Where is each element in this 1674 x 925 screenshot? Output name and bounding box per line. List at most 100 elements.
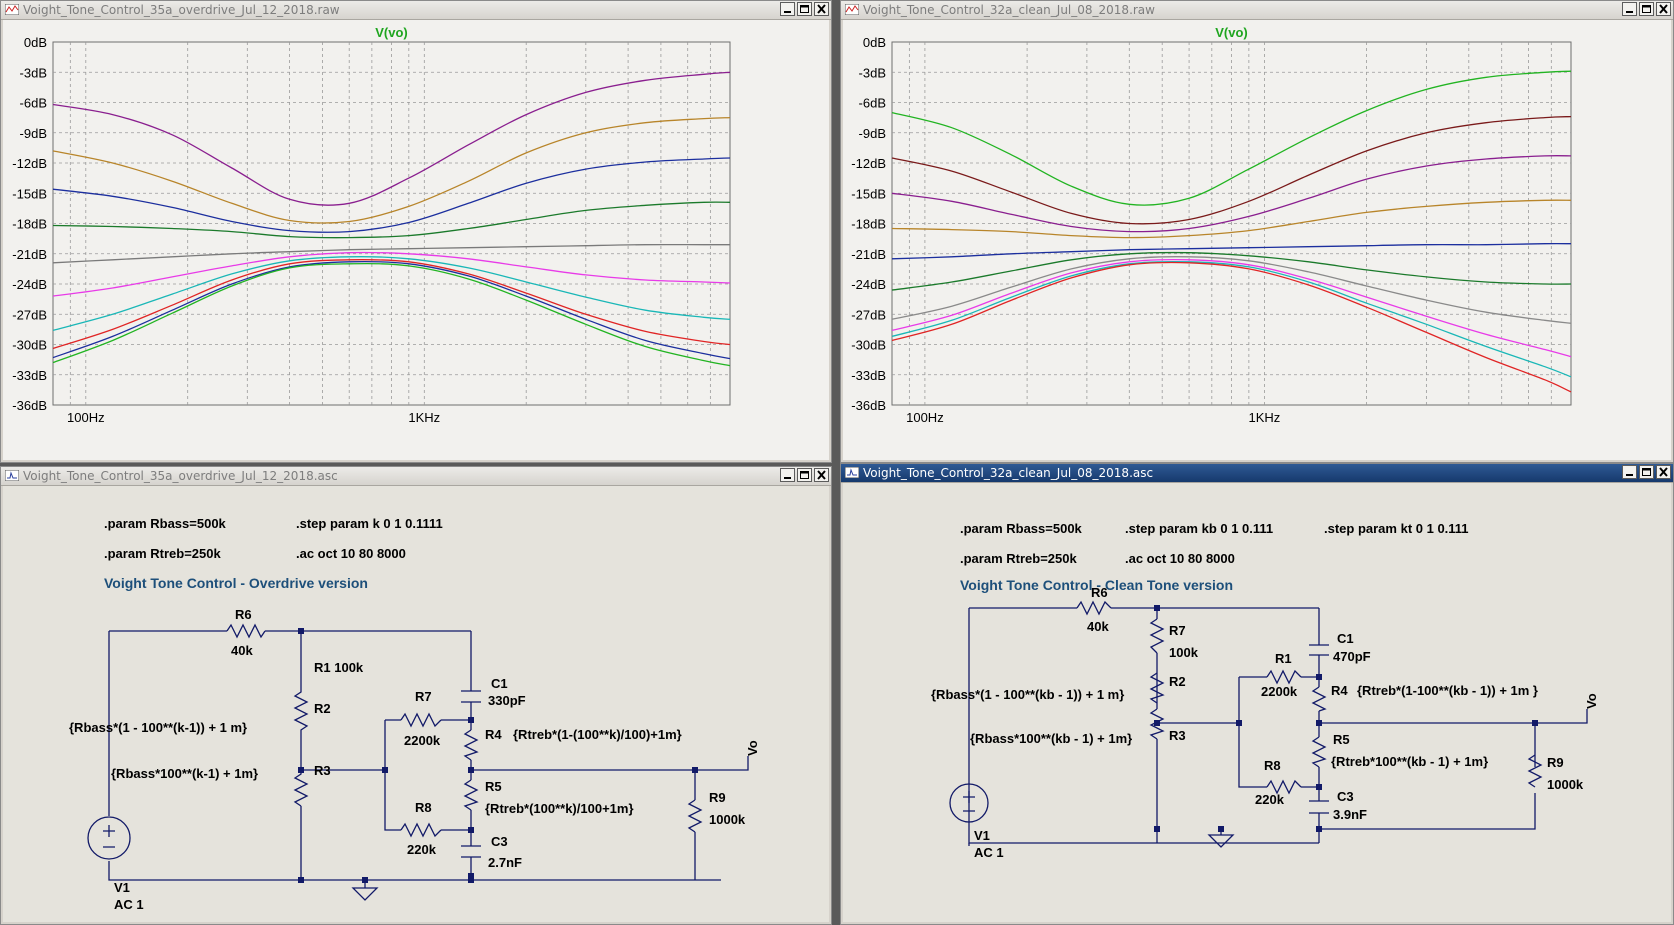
resistor-r6[interactable] [1076, 600, 1112, 616]
directive-ac[interactable]: .ac oct 10 80 8000 [296, 546, 406, 561]
close-button[interactable] [814, 468, 829, 482]
y-tick-label: -33dB [12, 368, 47, 383]
r3-expression: {Rbass*100**(k-1) + 1m} [111, 766, 258, 781]
r7-value: 100k [1169, 645, 1199, 660]
y-tick-label: -12dB [851, 156, 886, 171]
schematic-overdrive[interactable]: .param Rbass=500k .param Rtreb=250k .ste… [3, 486, 829, 922]
directive-param-rtreb[interactable]: .param Rtreb=250k [960, 551, 1077, 566]
c1-value: 330pF [488, 693, 526, 708]
capacitor-c3[interactable] [1309, 800, 1329, 814]
waveform-icon [5, 4, 19, 15]
r9-label: R9 [1547, 755, 1564, 770]
r6-label: R6 [1091, 585, 1108, 600]
c3-label: C3 [1337, 789, 1354, 804]
minimize-icon [784, 11, 791, 13]
resistor-r4[interactable] [1311, 686, 1327, 712]
y-tick-label: -9dB [859, 126, 886, 141]
r9-label: R9 [709, 790, 726, 805]
plot-pane[interactable]: 0dB -3dB -6dB -9dB -12dB -15dB -18dB -21dB -24dB… [843, 20, 1671, 460]
close-button[interactable] [1656, 465, 1671, 479]
c3-label: C3 [491, 834, 508, 849]
r2-expression: {Rbass*(1 - 100**(k-1)) + 1 m} [69, 720, 247, 735]
minimize-icon [1626, 474, 1633, 476]
schematic-window-overdrive[interactable]: Voight_Tone_Control_35a_overdrive_Jul_12… [0, 466, 832, 925]
directive-step-kt[interactable]: .step param kt 0 1 0.111 [1324, 521, 1469, 536]
vo-net-label[interactable]: Vo [745, 740, 760, 756]
window-title: Voight_Tone_Control_32a_clean_Jul_08_201… [863, 466, 1154, 480]
capacitor-c1[interactable] [461, 690, 481, 703]
close-button[interactable] [1656, 2, 1671, 16]
schematic-clean[interactable]: .param Rbass=500k .param Rtreb=250k .ste… [843, 483, 1671, 922]
titlebar[interactable]: Voight_Tone_Control_32a_clean_Jul_08_201… [841, 1, 1673, 20]
titlebar[interactable]: Voight_Tone_Control_32a_clean_Jul_08_201… [841, 464, 1673, 483]
minimize-button[interactable] [1622, 465, 1637, 479]
c1-value: 470pF [1333, 649, 1371, 664]
resistor-r1[interactable] [1266, 669, 1302, 685]
maximize-button[interactable] [1639, 2, 1654, 16]
resistor-r2[interactable] [293, 666, 309, 749]
titlebar[interactable]: Voight_Tone_Control_35a_overdrive_Jul_12… [1, 1, 831, 20]
schematic-canvas[interactable]: .param Rbass=500k .param Rtreb=250k .ste… [3, 486, 829, 922]
directive-ac[interactable]: .ac oct 10 80 8000 [1125, 551, 1235, 566]
y-tick-label: -30dB [851, 338, 886, 353]
minimize-button[interactable] [780, 468, 795, 482]
minimize-button[interactable] [1622, 2, 1637, 16]
r7-value: 2200k [404, 733, 441, 748]
trace-name-label[interactable]: V(vo) [1215, 25, 1248, 40]
wires[interactable] [968, 607, 1588, 846]
directive-param-rbass[interactable]: .param Rbass=500k [104, 516, 227, 531]
titlebar[interactable]: Voight_Tone_Control_35a_overdrive_Jul_12… [1, 467, 831, 486]
v1-label: V1 [114, 880, 130, 895]
resistor-r4[interactable] [463, 729, 479, 761]
c3-value: 2.7nF [488, 855, 522, 870]
y-tick-label: -9dB [20, 126, 47, 141]
plot-window-clean[interactable]: Voight_Tone_Control_32a_clean_Jul_08_201… [840, 0, 1674, 463]
plot-window-overdrive[interactable]: Voight_Tone_Control_35a_overdrive_Jul_12… [0, 0, 832, 463]
resistor-r7[interactable] [400, 712, 442, 728]
directive-param-rtreb[interactable]: .param Rtreb=250k [104, 546, 221, 561]
resistor-r7[interactable] [1149, 618, 1165, 654]
minimize-icon [784, 477, 791, 479]
r7-label: R7 [1169, 623, 1186, 638]
voltage-source-v1[interactable] [87, 816, 131, 860]
directive-step[interactable]: .step param k 0 1 0.1111 [296, 516, 443, 531]
y-tick-label: -27dB [12, 307, 47, 322]
y-tick-label: -27dB [851, 307, 886, 322]
y-tick-label: -33dB [851, 368, 886, 383]
vo-net-label[interactable]: Vo [1584, 693, 1599, 709]
y-tick-label: -3dB [20, 65, 47, 80]
directive-step-kb[interactable]: .step param kb 0 1 0.111 [1125, 521, 1273, 536]
y-tick-label: -6dB [20, 96, 47, 111]
r3-label: R3 [314, 763, 331, 778]
y-tick-label: -21dB [12, 247, 47, 262]
schematic-comment[interactable]: Voight Tone Control - Overdrive version [104, 575, 368, 591]
resistor-r9[interactable] [687, 799, 703, 833]
directive-param-rbass[interactable]: .param Rbass=500k [960, 521, 1083, 536]
x-tick-label: 100Hz [67, 410, 105, 425]
minimize-button[interactable] [780, 2, 795, 16]
r2-label: R2 [1169, 674, 1186, 689]
bode-plot-overdrive[interactable]: 0dB -3dB -6dB -9dB -12dB -15dB -18dB -21dB -24dB… [3, 20, 829, 460]
trace-name-label[interactable]: V(vo) [375, 25, 408, 40]
resistor-r8[interactable] [400, 822, 442, 838]
close-button[interactable] [814, 2, 829, 16]
maximize-button[interactable] [797, 2, 812, 16]
c1-label: C1 [491, 676, 508, 691]
maximize-icon [800, 471, 809, 479]
r8-label: R8 [1264, 758, 1281, 773]
capacitor-c3[interactable] [461, 845, 481, 858]
close-icon [1659, 4, 1668, 14]
maximize-button[interactable] [797, 468, 812, 482]
y-tick-label: -24dB [851, 277, 886, 292]
resistor-r5[interactable] [1311, 736, 1327, 768]
r5-label: R5 [485, 779, 502, 794]
resistor-r5[interactable] [463, 779, 479, 811]
plot-pane[interactable]: 0dB -3dB -6dB -9dB -12dB -15dB -18dB -21dB -24dB… [3, 20, 829, 460]
capacitor-c1[interactable] [1309, 644, 1329, 656]
v1-value: AC 1 [974, 845, 1004, 860]
resistor-r6[interactable] [226, 623, 266, 639]
schematic-window-clean[interactable]: Voight_Tone_Control_32a_clean_Jul_08_201… [840, 463, 1674, 925]
maximize-button[interactable] [1639, 465, 1654, 479]
bode-plot-clean[interactable]: 0dB -3dB -6dB -9dB -12dB -15dB -18dB -21dB -24dB… [843, 20, 1671, 460]
schematic-canvas[interactable]: .param Rbass=500k .param Rtreb=250k .ste… [843, 483, 1671, 922]
